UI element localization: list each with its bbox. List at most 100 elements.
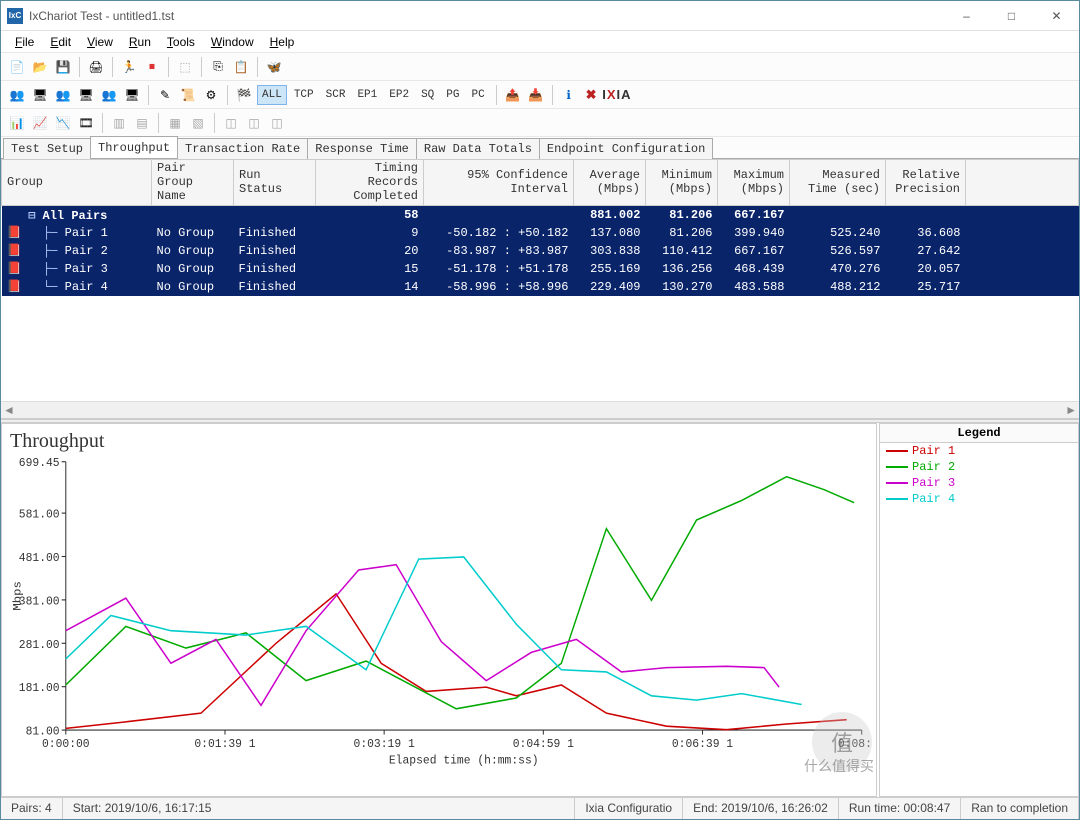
chart2-icon[interactable]: 📈 (30, 113, 50, 133)
col-run-status[interactable]: Run Status (234, 160, 316, 206)
separator (496, 85, 497, 105)
print-icon[interactable]: 🖨 (86, 57, 106, 77)
tab-raw-data-totals[interactable]: Raw Data Totals (416, 138, 540, 159)
legend-item[interactable]: Pair 3 (880, 475, 1078, 491)
table-row[interactable]: 📕 ├─ Pair 3No GroupFinished15-51.178 : +… (2, 260, 1079, 278)
menu-run[interactable]: Run (123, 33, 157, 51)
minimize-button[interactable]: – (944, 1, 989, 31)
menu-view[interactable]: View (81, 33, 119, 51)
filter-ep2[interactable]: EP2 (384, 85, 414, 105)
display-icon[interactable]: 🖥 (122, 85, 142, 105)
copy-icon[interactable]: ⎘ (208, 57, 228, 77)
group-icon[interactable]: 👥 (53, 85, 73, 105)
separator (102, 113, 103, 133)
toolbar-main: 📄 📂 💾 🖨 🏃 ⏹ ⬚ ⎘ 📋 🦋 (1, 53, 1079, 81)
menu-window[interactable]: Window (205, 33, 260, 51)
filter-pg[interactable]: PG (441, 85, 464, 105)
flag-icon[interactable]: 🏁 (234, 85, 254, 105)
col-minimum-mbps-[interactable]: Minimum (Mbps) (646, 160, 718, 206)
endpoint-icon[interactable]: 👥 (7, 85, 27, 105)
tab-throughput[interactable]: Throughput (90, 136, 178, 158)
tab-endpoint-configuration[interactable]: Endpoint Configuration (539, 138, 713, 159)
paste-icon[interactable]: 📋 (231, 57, 251, 77)
menu-tools[interactable]: Tools (161, 33, 201, 51)
chart3-icon[interactable]: 📉 (53, 113, 73, 133)
titlebar: IxC IxChariot Test - untitled1.tst – □ ✕ (1, 1, 1079, 31)
separator (148, 85, 149, 105)
config-icon[interactable]: ⚙ (201, 85, 221, 105)
tab-transaction-rate[interactable]: Transaction Rate (177, 138, 308, 159)
col-relative-precision[interactable]: Relative Precision (886, 160, 966, 206)
ixia-logo: ✖ IXIA (586, 87, 632, 103)
tab-test-setup[interactable]: Test Setup (3, 138, 91, 159)
statusbar: Pairs: 4 Start: 2019/10/6, 16:17:15 Ixia… (1, 797, 1079, 819)
legend-item[interactable]: Pair 1 (880, 443, 1078, 459)
table-row[interactable]: 📕 ├─ Pair 2No GroupFinished20-83.987 : +… (2, 242, 1079, 260)
svg-text:699.45: 699.45 (19, 456, 60, 471)
script-icon[interactable]: 📜 (178, 85, 198, 105)
svg-text:381.00: 381.00 (19, 594, 60, 609)
table-row[interactable]: 📕 ├─ Pair 1No GroupFinished9-50.182 : +5… (2, 224, 1079, 242)
chart-panel: Throughput 81.00181.00281.00381.00481.00… (1, 423, 877, 797)
col-timing-records-completed[interactable]: Timing Records Completed (316, 160, 424, 206)
export-icon[interactable]: 📤 (503, 85, 523, 105)
layout2-icon: ▤ (132, 113, 152, 133)
window-title: IxChariot Test - untitled1.tst (29, 9, 944, 23)
screen-icon[interactable]: 🖥 (30, 85, 50, 105)
status-runtime: Run time: 00:08:47 (839, 798, 961, 819)
grid-hscroll[interactable]: ◄► (1, 401, 1079, 418)
filter-all[interactable]: ALL (257, 85, 287, 105)
col-pair-group-name[interactable]: Pair Group Name (152, 160, 234, 206)
separator (158, 113, 159, 133)
chart-title: Throughput (6, 428, 872, 455)
menu-edit[interactable]: Edit (44, 33, 77, 51)
save-icon[interactable]: 💾 (53, 57, 73, 77)
chart1-icon[interactable]: 📊 (7, 113, 27, 133)
filter-ep1[interactable]: EP1 (352, 85, 382, 105)
filter-sq[interactable]: SQ (416, 85, 439, 105)
col--confidence-interval[interactable]: 95% Confidence Interval (424, 160, 574, 206)
pair-icon[interactable]: 👥 (99, 85, 119, 105)
menu-help[interactable]: Help (264, 33, 301, 51)
tab-response-time[interactable]: Response Time (307, 138, 417, 159)
filter-pc[interactable]: PC (466, 85, 489, 105)
summary-row[interactable]: ⊟ All Pairs58881.00281.206667.167 (2, 206, 1079, 224)
svg-text:0:06:39 1: 0:06:39 1 (672, 736, 733, 751)
toolbar-chart: 📊 📈 📉 🎞 ▥ ▤ ▦ ▧ ◫ ◫ ◫ (1, 109, 1079, 137)
results-grid-wrap: GroupPair Group NameRun StatusTiming Rec… (1, 159, 1079, 419)
svg-text:481.00: 481.00 (19, 550, 60, 565)
stop-icon[interactable]: ⏹ (142, 57, 162, 77)
col-maximum-mbps-[interactable]: Maximum (Mbps) (718, 160, 790, 206)
svg-text:581.00: 581.00 (19, 507, 60, 522)
svg-text:0:01:39 1: 0:01:39 1 (194, 736, 255, 751)
filter-tcp[interactable]: TCP (289, 85, 319, 105)
edit-icon[interactable]: ✎ (155, 85, 175, 105)
chart-area: Throughput 81.00181.00281.00381.00481.00… (1, 423, 1079, 797)
new-icon[interactable]: 📄 (7, 57, 27, 77)
col-average-mbps-[interactable]: Average (Mbps) (574, 160, 646, 206)
open-icon[interactable]: 📂 (30, 57, 50, 77)
legend-item[interactable]: Pair 2 (880, 459, 1078, 475)
table-row[interactable]: 📕 └─ Pair 4No GroupFinished14-58.996 : +… (2, 278, 1079, 296)
menu-file[interactable]: File (9, 33, 40, 51)
maximize-button[interactable]: □ (989, 1, 1034, 31)
separator (79, 57, 80, 77)
col-measured-time-sec-[interactable]: Measured Time (sec) (790, 160, 886, 206)
separator (552, 85, 553, 105)
chart4-icon[interactable]: 🎞 (76, 113, 96, 133)
legend-item[interactable]: Pair 4 (880, 491, 1078, 507)
run-icon[interactable]: 🏃 (119, 57, 139, 77)
results-grid: GroupPair Group NameRun StatusTiming Rec… (1, 159, 1079, 296)
toolbar-view: 👥 🖥 👥 🖥 👥 🖥 ✎ 📜 ⚙ 🏁 ALLTCPSCREP1EP2SQPGP… (1, 81, 1079, 109)
filter-scr[interactable]: SCR (321, 85, 351, 105)
import-icon[interactable]: 📥 (526, 85, 546, 105)
separator (257, 57, 258, 77)
col-group[interactable]: Group (2, 160, 152, 206)
tool-icon[interactable]: 🦋 (264, 57, 284, 77)
monitor-icon[interactable]: 🖥 (76, 85, 96, 105)
info-icon[interactable]: ℹ (559, 85, 579, 105)
close-button[interactable]: ✕ (1034, 1, 1079, 31)
status-ran: Ran to completion (961, 798, 1079, 819)
legend: Legend Pair 1Pair 2Pair 3Pair 4 (879, 423, 1079, 797)
view1-icon: ▦ (165, 113, 185, 133)
